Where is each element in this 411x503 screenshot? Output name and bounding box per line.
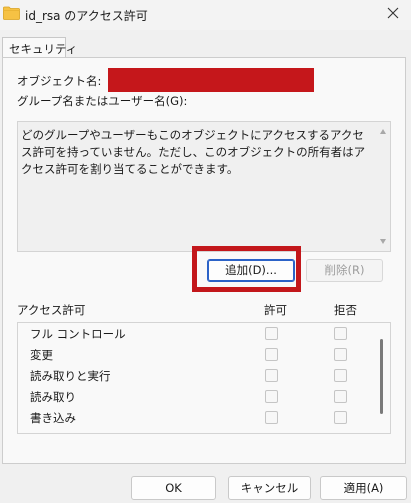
allow-checkbox [265,369,278,382]
no-permissions-message: どのグループやユーザーもこのオブジェクトにアクセスするアクセス許可を持っていませ… [21,128,366,176]
redacted-object-name [108,68,314,92]
deny-checkbox [334,327,347,340]
permissions-scrollbar[interactable] [380,339,383,414]
permission-row: 変更 [18,345,392,366]
permission-row: 読み取りと実行 [18,366,392,387]
permission-name: 読み取り [30,390,76,404]
deny-checkbox [334,348,347,361]
permissions-list: フル コントロール 変更 読み取りと実行 読み取り 書き込み [17,322,391,434]
remove-button: 削除(R) [306,259,383,282]
cancel-button[interactable]: キャンセル [228,476,311,500]
apply-button[interactable]: 適用(A) [320,476,407,500]
permission-name: 変更 [30,348,53,362]
title-bar: id_rsa のアクセス許可 [0,0,411,30]
scroll-up-icon[interactable] [380,129,386,134]
permission-name: フル コントロール [30,327,126,341]
permission-row: 読み取り [18,387,392,408]
group-user-label: グループ名またはユーザー名(G): [17,94,188,108]
deny-checkbox [334,411,347,424]
deny-checkbox [334,390,347,403]
annotation-highlight [192,246,301,292]
ok-button[interactable]: OK [131,476,216,500]
allow-checkbox [265,348,278,361]
group-user-list[interactable]: どのグループやユーザーもこのオブジェクトにアクセスするアクセス許可を持っていませ… [17,121,391,252]
tab-security[interactable]: セキュリティ [2,37,77,58]
list-scrollbar[interactable] [376,122,390,251]
scroll-down-icon[interactable] [380,239,386,244]
permission-name: 読み取りと実行 [30,369,111,383]
deny-checkbox [334,369,347,382]
object-name-label: オブジェクト名: [17,74,102,88]
deny-column-header: 拒否 [334,303,357,317]
permission-row: フル コントロール [18,324,392,345]
permissions-header: アクセス許可 [17,303,86,317]
close-icon[interactable] [386,6,400,20]
permission-row: 書き込み [18,408,392,429]
allow-checkbox [265,327,278,340]
allow-checkbox [265,411,278,424]
allow-checkbox [265,390,278,403]
allow-column-header: 許可 [264,303,287,317]
folder-icon [3,6,20,20]
window-title: id_rsa のアクセス許可 [25,9,148,23]
permission-name: 書き込み [30,411,76,425]
